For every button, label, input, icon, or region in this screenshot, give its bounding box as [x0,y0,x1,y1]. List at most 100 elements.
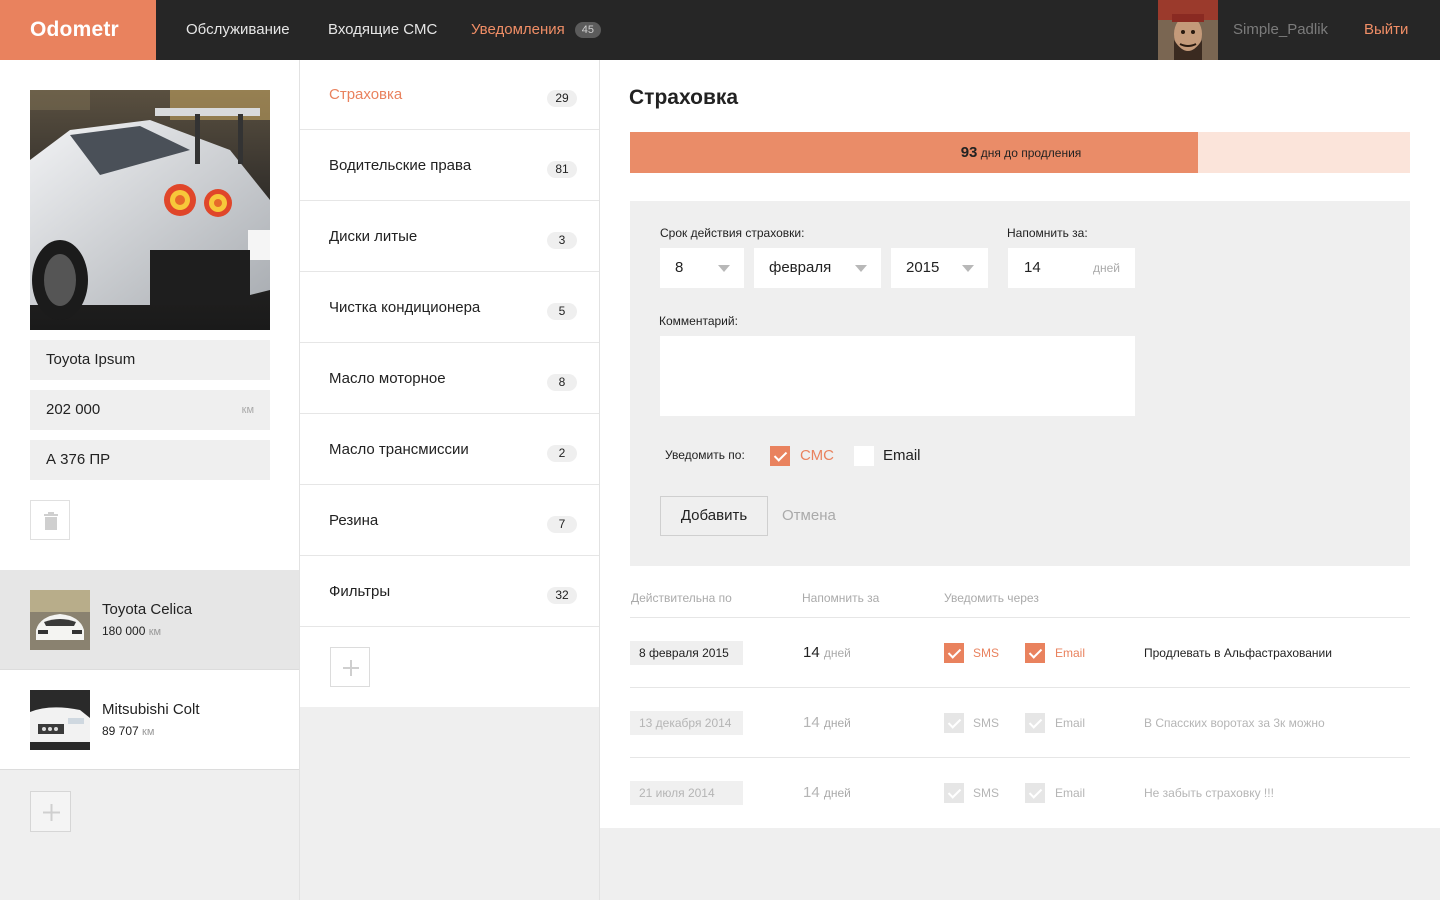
progress-text: 93 дня до продления [630,132,1412,173]
comment-textarea[interactable] [660,336,1135,416]
car-km-unit: км [148,626,162,638]
row-remind-days: 14 дней [803,758,851,828]
add-category-button[interactable] [330,647,370,687]
add-button[interactable]: Добавить [660,496,768,536]
row-sms-label: SMS [973,646,1000,660]
row-email-label: Email [1055,716,1086,730]
nav-notifications-label: Уведомления [471,21,565,38]
row-email-checkbox[interactable] [1025,713,1045,733]
category-count: 3 [547,232,577,249]
car-mileage-unit: км [241,404,254,416]
username[interactable]: Simple_Padlik [1233,0,1328,60]
day-select[interactable]: 8 [660,248,744,288]
nav-notifications[interactable]: Уведомления 45 [471,0,602,60]
categories-column: Страховка 29 Водительские права 81 Диски… [300,60,600,900]
category-label: Масло моторное [329,370,446,387]
row-days-unit: дней [823,786,851,800]
month-select[interactable]: февраля [754,248,881,288]
validity-label: Срок действия страховки: [660,226,805,240]
row-days-value: 14 [803,714,820,731]
category-item-ac-cleaning[interactable]: Чистка кондиционера 5 [300,273,599,343]
row-sms-checkbox[interactable] [944,713,964,733]
remind-days-value: 14 [1024,259,1041,276]
car-list-item-celica[interactable]: Toyota Celica 180 000 км [0,570,299,670]
row-date: 13 декабря 2014 [630,711,743,735]
remind-days-input[interactable]: 14 дней [1008,248,1135,288]
logout-link[interactable]: Выйти [1364,0,1408,60]
cars-sidebar: Toyota Ipsum 202 000 км А 376 ПР Toyota … [0,60,300,900]
cancel-button[interactable]: Отмена [782,496,836,536]
add-car-button[interactable] [30,791,71,832]
category-label: Чистка кондиционера [329,299,481,316]
category-item-wheels[interactable]: Диски литые 3 [300,202,599,272]
plus-icon [343,660,359,676]
row-remind-days: 14 дней [803,618,851,688]
row-email-checkbox[interactable] [1025,783,1045,803]
row-sms-label: SMS [973,786,1000,800]
car-name-celica: Toyota Celica [102,601,193,618]
car-thumb-celica [30,590,90,650]
row-days-unit: дней [823,716,851,730]
category-count: 7 [547,516,577,533]
row-note: Не забыть страховку !!! [1144,786,1274,800]
renewal-progress-bar: 93 дня до продления [630,132,1410,173]
row-date: 8 февраля 2015 [630,641,743,665]
row-date: 21 июля 2014 [630,781,743,805]
category-item-insurance[interactable]: Страховка 29 [300,60,599,130]
row-email-checkbox[interactable] [1025,643,1045,663]
car-mileage-value: 202 000 [46,401,101,418]
email-checkbox[interactable] [854,446,874,466]
chevron-down-icon [855,265,867,272]
category-item-filters[interactable]: Фильтры 32 [300,557,599,627]
nav-service[interactable]: Обслуживание [186,0,290,60]
remind-label: Напомнить за: [1007,226,1088,240]
insurance-main-panel: Страховка 93 дня до продления Срок дейст… [600,60,1440,828]
chevron-down-icon [962,265,974,272]
category-label: Фильтры [329,583,391,600]
category-label: Страховка [329,86,403,103]
row-days-unit: дней [823,646,851,660]
category-count: 8 [547,374,577,391]
progress-days: 93 [960,144,978,161]
table-row[interactable]: 8 февраля 2015 14 дней SMS Email Продлев… [630,618,1410,688]
row-sms-checkbox[interactable] [944,783,964,803]
sms-checkbox[interactable] [770,446,790,466]
row-sms-checkbox[interactable] [944,643,964,663]
user-avatar[interactable] [1158,0,1218,60]
nav-incoming-sms[interactable]: Входящие СМС [328,0,437,60]
category-item-transmission-oil[interactable]: Масло трансмиссии 2 [300,415,599,485]
row-sms-label: SMS [973,716,1000,730]
row-email-label: Email [1055,786,1086,800]
year-select[interactable]: 2015 [891,248,988,288]
table-row[interactable]: 21 июля 2014 14 дней SMS Email Не забыть… [630,758,1410,828]
category-list: Страховка 29 Водительские права 81 Диски… [300,60,599,707]
app-logo[interactable]: Odometr [0,0,156,60]
car-mileage-field[interactable]: 202 000 км [30,390,270,430]
year-select-value: 2015 [906,259,940,276]
car-name-field[interactable]: Toyota Ipsum [30,340,270,380]
remind-days-unit: дней [1092,261,1120,275]
table-row[interactable]: 13 декабря 2014 14 дней SMS Email В Спас… [630,688,1410,758]
page-title: Страховка [629,86,739,109]
notify-label: Уведомить по: [665,448,745,462]
car-thumb-colt [30,690,90,750]
car-list-item-colt[interactable]: Mitsubishi Colt 89 707 км [0,670,299,770]
column-header-notify-via: Уведомить через [944,591,1039,605]
category-item-license[interactable]: Водительские права 81 [300,131,599,201]
category-item-engine-oil[interactable]: Масло моторное 8 [300,344,599,414]
car-km-value: 180 000 [102,624,146,638]
trash-icon [44,512,58,530]
sms-checkbox-label[interactable]: СМС [800,447,834,464]
delete-car-button[interactable] [30,500,70,540]
insurance-form: Срок действия страховки: 8 февраля 2015 … [630,201,1410,566]
car-photo[interactable] [30,90,270,330]
email-checkbox-label[interactable]: Email [883,447,921,464]
category-label: Диски литые [329,228,418,245]
category-count: 81 [547,161,577,178]
car-km-value: 89 707 [102,724,139,738]
car-plate-field[interactable]: А 376 ПР [30,440,270,480]
row-note: В Спасских воротах за 3к можно [1144,716,1325,730]
row-email-label: Email [1055,646,1086,660]
category-item-tires[interactable]: Резина 7 [300,486,599,556]
plus-icon [43,804,60,821]
